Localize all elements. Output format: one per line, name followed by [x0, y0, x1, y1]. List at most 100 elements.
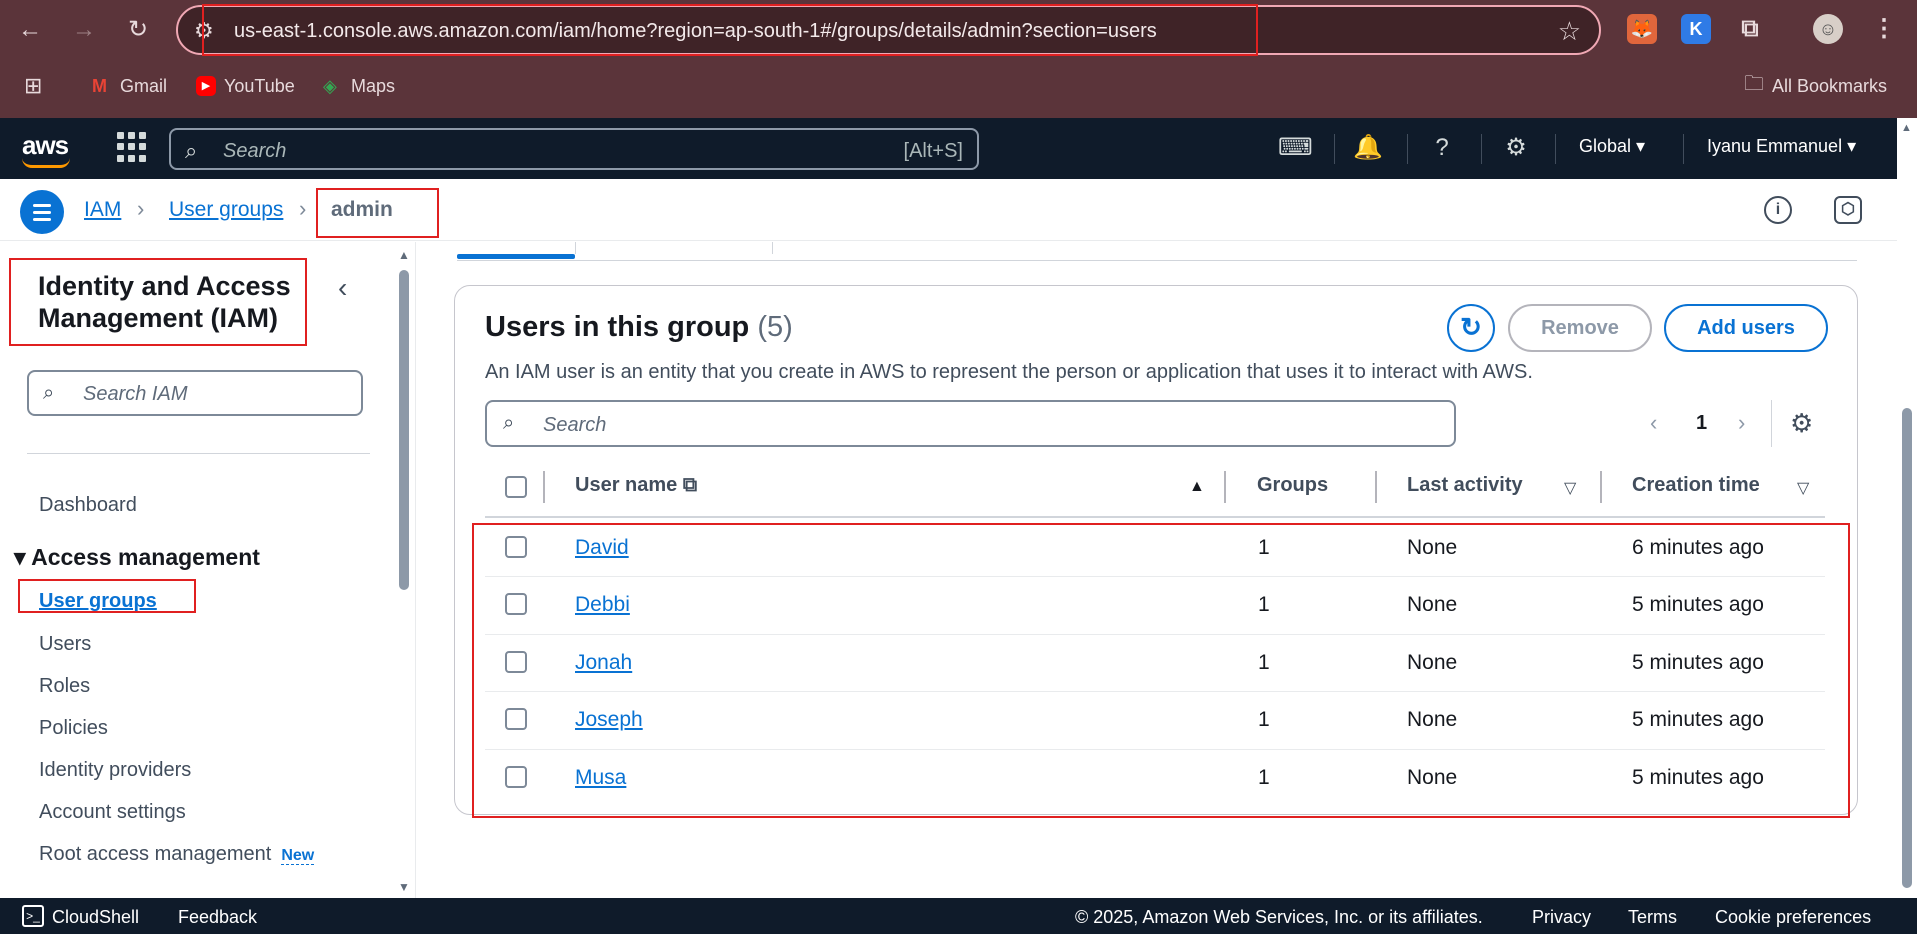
sidebar-item-account-settings[interactable]: Account settings: [39, 801, 186, 824]
scroll-down-icon[interactable]: ▼: [398, 880, 410, 894]
divider: [27, 453, 370, 454]
collapse-chevron-icon[interactable]: ‹: [338, 272, 347, 304]
row-checkbox[interactable]: [505, 766, 527, 788]
column-header-groups[interactable]: Groups: [1257, 474, 1328, 497]
sort-triangle-icon[interactable]: ▽: [1564, 478, 1576, 498]
groups-cell: 1: [1258, 536, 1270, 559]
site-settings-icon[interactable]: ⚙: [194, 18, 214, 44]
table-preferences-gear-icon[interactable]: ⚙: [1790, 408, 1813, 439]
bookmark-gmail[interactable]: M Gmail: [92, 74, 167, 98]
remove-button[interactable]: Remove: [1508, 304, 1652, 352]
feedback-link[interactable]: Feedback: [178, 907, 257, 928]
terms-link[interactable]: Terms: [1628, 907, 1677, 928]
last-activity-cell: None: [1407, 651, 1458, 674]
chevron-right-icon: ›: [137, 196, 145, 221]
sidebar-item-policies[interactable]: Policies: [39, 717, 108, 740]
maps-icon: ◈: [323, 76, 337, 96]
sort-ascending-icon[interactable]: ▲: [1189, 478, 1205, 496]
address-bar[interactable]: ⚙ us-east-1.console.aws.amazon.com/iam/h…: [176, 5, 1601, 55]
user-link[interactable]: Jonah: [575, 651, 632, 675]
forward-arrow-icon[interactable]: →: [66, 12, 102, 48]
breadcrumb: IAM › User groups › admin i ⬡: [0, 179, 1897, 241]
bookmarks-bar: ⊞ M Gmail ▶ YouTube ◈ Maps 🗀 All Bookmar…: [0, 66, 1917, 106]
sidebar-item-identity-providers[interactable]: Identity providers: [39, 759, 191, 782]
refresh-button[interactable]: ↻: [1447, 304, 1495, 352]
sidebar-item-users[interactable]: Users: [39, 633, 91, 656]
apps-grid-icon[interactable]: ⊞: [24, 73, 42, 98]
page-scrollbar[interactable]: ▲: [1897, 118, 1917, 898]
browser-toolbar: ← → ↻ ⚙ us-east-1.console.aws.amazon.com…: [0, 0, 1917, 118]
user-link[interactable]: David: [575, 536, 629, 560]
select-all-checkbox[interactable]: [505, 476, 527, 498]
sidebar-item-root-access[interactable]: Root access management New: [39, 843, 315, 866]
services-grid-icon[interactable]: [117, 132, 147, 162]
aws-search-input[interactable]: ⌕ Search [Alt+S]: [169, 128, 979, 170]
section-access-management[interactable]: ▾ Access management: [14, 544, 260, 571]
breadcrumb-iam[interactable]: IAM: [84, 198, 121, 222]
creation-time-cell: 5 minutes ago: [1632, 593, 1764, 616]
last-activity-cell: None: [1407, 766, 1458, 789]
aws-logo[interactable]: aws: [22, 130, 70, 168]
copyright-text: © 2025, Amazon Web Services, Inc. or its…: [1075, 907, 1483, 927]
page-scroll-thumb[interactable]: [1902, 408, 1912, 888]
fox-extension-icon[interactable]: 🦊: [1627, 14, 1657, 44]
add-users-button[interactable]: Add users: [1664, 304, 1828, 352]
sort-triangle-icon[interactable]: ▽: [1797, 478, 1809, 498]
settings-gear-icon[interactable]: ⚙: [1500, 132, 1532, 164]
sidebar-item-roles[interactable]: Roles: [39, 675, 90, 698]
row-checkbox[interactable]: [505, 708, 527, 730]
account-menu[interactable]: Iyanu Emmanuel ▾: [1707, 136, 1856, 157]
k-extension-icon[interactable]: K: [1681, 14, 1711, 44]
prev-page-icon[interactable]: ‹: [1650, 410, 1657, 436]
scroll-up-icon[interactable]: ▲: [398, 248, 410, 262]
info-icon[interactable]: i: [1764, 196, 1792, 224]
groups-cell: 1: [1258, 766, 1270, 789]
bookmark-youtube[interactable]: ▶ YouTube: [196, 74, 295, 98]
next-page-icon[interactable]: ›: [1738, 410, 1745, 436]
bookmark-maps[interactable]: ◈ Maps: [323, 74, 395, 98]
row-checkbox[interactable]: [505, 651, 527, 673]
row-checkbox[interactable]: [505, 536, 527, 558]
table-search-input[interactable]: ⌕ Search: [485, 400, 1456, 447]
side-search-input[interactable]: ⌕ Search IAM: [27, 370, 363, 416]
side-nav-title: Identity and Access Management (IAM): [38, 271, 291, 333]
sidebar-item-user-groups[interactable]: User groups: [39, 590, 157, 613]
column-header-last-activity[interactable]: Last activity: [1407, 474, 1523, 497]
youtube-icon: ▶: [196, 76, 216, 96]
bell-icon[interactable]: 🔔: [1352, 132, 1384, 164]
scroll-up-icon[interactable]: ▲: [1901, 122, 1912, 134]
column-header-user-name[interactable]: User name ⧉: [575, 474, 697, 497]
help-icon[interactable]: ?: [1426, 132, 1458, 164]
back-arrow-icon[interactable]: ←: [12, 12, 48, 48]
cloudshell-icon[interactable]: ⌨: [1278, 132, 1313, 164]
column-header-creation-time[interactable]: Creation time: [1632, 474, 1760, 497]
reload-icon[interactable]: ↻: [120, 12, 156, 48]
user-link[interactable]: Joseph: [575, 708, 643, 732]
scroll-thumb[interactable]: [399, 270, 409, 590]
user-link[interactable]: Debbi: [575, 593, 630, 617]
bookmark-star-icon[interactable]: ☆: [1558, 16, 1581, 47]
breadcrumb-user-groups[interactable]: User groups: [169, 198, 283, 222]
tab-divider: [457, 260, 1857, 261]
cloudshell-icon[interactable]: >_: [22, 905, 44, 927]
last-activity-cell: None: [1407, 536, 1458, 559]
region-selector[interactable]: Global ▾: [1579, 136, 1645, 157]
page-number[interactable]: 1: [1696, 412, 1707, 435]
active-tab-indicator: [457, 254, 575, 259]
side-scrollbar[interactable]: ▲ ▼: [398, 248, 410, 896]
user-link[interactable]: Musa: [575, 766, 626, 790]
cookie-preferences-link[interactable]: Cookie preferences: [1715, 907, 1871, 928]
cloudshell-link[interactable]: CloudShell: [52, 907, 139, 928]
puzzle-icon[interactable]: ⧉: [1735, 14, 1765, 44]
external-link-icon: ⧉: [682, 474, 698, 496]
more-menu-icon[interactable]: ⋮: [1869, 14, 1899, 44]
panel-description: An IAM user is an entity that you create…: [485, 361, 1533, 383]
feedback-hex-icon[interactable]: ⬡: [1834, 196, 1862, 224]
sidebar-item-dashboard[interactable]: Dashboard: [39, 494, 137, 517]
menu-hamburger-icon[interactable]: [20, 190, 64, 234]
creation-time-cell: 5 minutes ago: [1632, 651, 1764, 674]
profile-avatar[interactable]: ☺: [1813, 14, 1843, 44]
privacy-link[interactable]: Privacy: [1532, 907, 1591, 928]
all-bookmarks[interactable]: 🗀 All Bookmarks: [1744, 73, 1887, 98]
row-checkbox[interactable]: [505, 593, 527, 615]
